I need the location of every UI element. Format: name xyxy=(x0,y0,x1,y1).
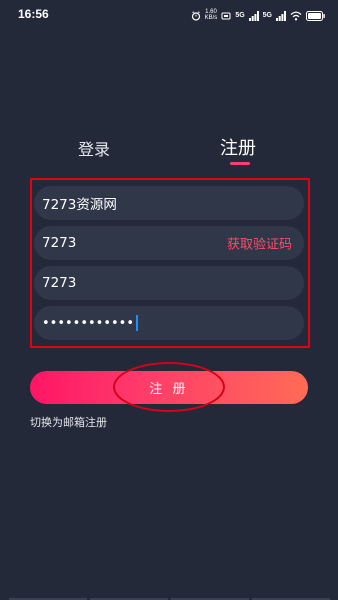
username-field[interactable]: 7273资源网 xyxy=(34,186,304,220)
network-type-2: 5G xyxy=(262,11,272,19)
switch-email-register-link[interactable]: 切换为邮箱注册 xyxy=(30,414,107,430)
battery-icon xyxy=(306,6,326,25)
wifi-icon xyxy=(290,6,302,25)
code-value: 7273 xyxy=(42,275,77,291)
tab-register[interactable]: 注册 xyxy=(220,134,256,160)
status-time: 16:56 xyxy=(18,7,49,21)
status-bar: 16:56 1.60 KB/s 5G 5G xyxy=(0,0,338,30)
password-value: •••••••••••• xyxy=(42,315,135,331)
username-value: 7273资源网 xyxy=(42,197,117,213)
register-button[interactable]: 注 册 xyxy=(30,371,308,404)
active-tab-indicator xyxy=(230,162,250,165)
signal-icon-2 xyxy=(276,6,286,25)
phone-field[interactable]: 7273 获取验证码 xyxy=(34,226,304,260)
hd-icon xyxy=(221,6,231,25)
network-speed: 1.60 KB/s xyxy=(205,9,218,21)
get-code-button[interactable]: 获取验证码 xyxy=(227,234,292,253)
navigation-bar xyxy=(0,596,338,600)
alarm-icon xyxy=(191,6,201,25)
phone-value: 7273 xyxy=(42,235,77,251)
tab-login[interactable]: 登录 xyxy=(78,136,110,160)
register-screen: 16:56 1.60 KB/s 5G 5G 登录 注册 7273资源网 7273… xyxy=(0,0,338,600)
speed-unit: KB/s xyxy=(204,15,218,21)
signal-icon-1 xyxy=(248,6,259,25)
text-cursor xyxy=(136,315,139,331)
password-field[interactable]: •••••••••••• xyxy=(34,306,304,340)
register-button-label: 注 册 xyxy=(149,382,189,397)
status-icons: 1.60 KB/s 5G 5G xyxy=(191,8,326,22)
verification-code-field[interactable]: 7273 xyxy=(34,266,304,300)
network-type-1: 5G xyxy=(235,11,245,19)
